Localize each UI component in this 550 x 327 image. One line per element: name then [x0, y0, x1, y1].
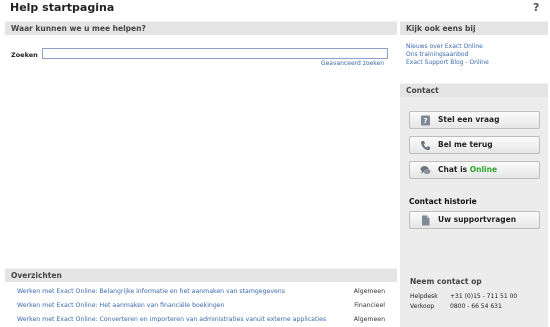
contact-row-key: Verkoop — [410, 303, 435, 310]
list-item: Werken met Exact Online: Belangrijke inf… — [17, 288, 385, 298]
overzichten-header: Overzichten — [5, 268, 397, 282]
support-requests-label: Uw supportvragen — [438, 215, 517, 224]
page-title: Help startpagina — [10, 1, 115, 14]
chat-prefix: Chat is — [438, 165, 468, 174]
top-bar: Help startpagina ? — [0, 0, 550, 16]
overview-category: Algemeen — [353, 316, 385, 323]
overview-link[interactable]: Werken met Exact Online: Converteren en … — [17, 316, 326, 323]
link-training[interactable]: Ons trainingsaanbod — [406, 51, 489, 59]
advanced-search-link[interactable]: Geavanceerd zoeken — [321, 60, 384, 67]
chat-status: Online — [469, 165, 498, 174]
svg-text:?: ? — [423, 117, 427, 125]
sidebar-header: Kijk ook eens bij — [400, 21, 548, 35]
call-back-label: Bel me terug — [438, 140, 493, 149]
search-section-header: Waar kunnen we u mee helpen? — [5, 21, 397, 35]
overview-link[interactable]: Werken met Exact Online: Belangrijke inf… — [17, 288, 285, 295]
overview-category: Algemeen — [353, 288, 385, 295]
search-input[interactable] — [42, 48, 388, 59]
phone-icon — [421, 141, 430, 151]
link-news[interactable]: Nieuws over Exact Online — [406, 43, 489, 51]
contact-header: Contact — [400, 83, 548, 97]
overview-category: Financieel — [354, 302, 385, 309]
contact-row-value: +31 (0)15 - 711 51 00 — [450, 293, 518, 300]
help-icon[interactable]: ? — [533, 1, 539, 14]
search-label: Zoeken — [11, 51, 38, 59]
overview-link[interactable]: Werken met Exact Online: Het aanmaken va… — [17, 302, 225, 309]
chat-icon — [420, 166, 431, 175]
sidebar-links: Nieuws over Exact Online Ons trainingsaa… — [406, 43, 489, 67]
link-support-blog[interactable]: Exact Support Blog - Online — [406, 59, 489, 67]
chat-label: Chat is Online — [438, 162, 497, 178]
list-item: Werken met Exact Online: Converteren en … — [17, 316, 385, 326]
document-icon — [422, 215, 430, 226]
call-back-button[interactable]: Bel me terug — [409, 136, 540, 154]
contact-row-key: Helpdesk — [410, 293, 438, 300]
neem-contact-header: Neem contact op — [410, 277, 482, 286]
ask-question-button[interactable]: ? Stel een vraag — [409, 111, 540, 129]
contact-row-value: 0800 - 66 54 631 — [450, 303, 502, 310]
ask-question-label: Stel een vraag — [438, 115, 500, 124]
chat-button[interactable]: Chat is Online — [409, 161, 540, 179]
list-item: Werken met Exact Online: Het aanmaken va… — [17, 302, 385, 312]
support-requests-button[interactable]: Uw supportvragen — [409, 211, 540, 229]
question-icon: ? — [421, 115, 430, 126]
contact-history-title: Contact historie — [409, 197, 477, 206]
